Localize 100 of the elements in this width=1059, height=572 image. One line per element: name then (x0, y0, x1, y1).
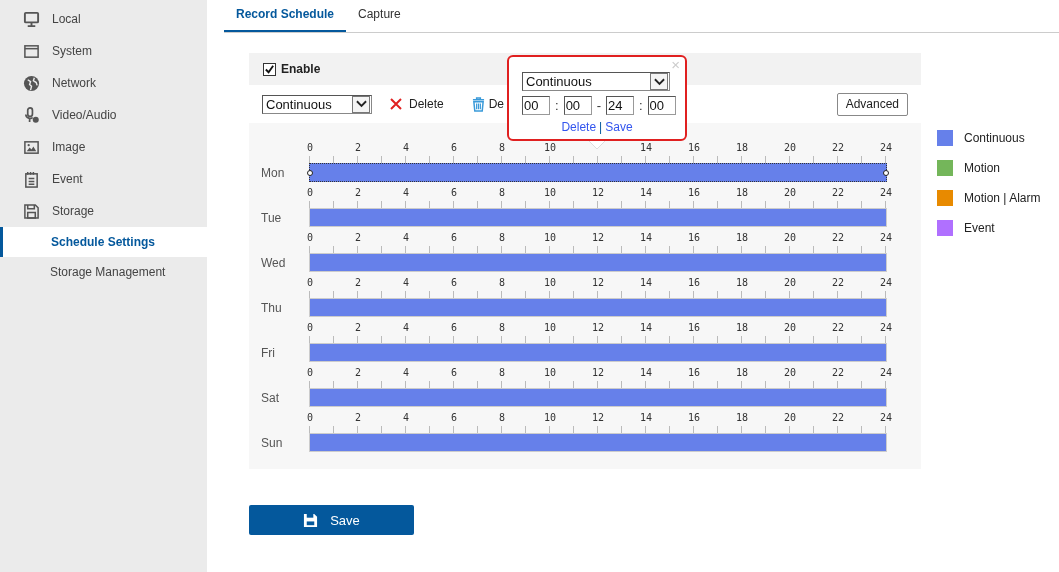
hour-label: 20 (784, 367, 796, 378)
sidebar-item[interactable]: Network (0, 67, 207, 99)
day-label: Sun (261, 436, 284, 452)
sidebar-item[interactable]: Video/Audio (0, 99, 207, 131)
hour-label: 6 (451, 232, 457, 243)
hour-label: 6 (451, 142, 457, 153)
hour-label: 24 (880, 187, 892, 198)
hour-label: 16 (688, 232, 700, 243)
hour-label: 24 (880, 322, 892, 333)
end-minute-field[interactable]: 00 (647, 96, 676, 115)
day-label: Wed (261, 256, 287, 272)
hour-label: 4 (403, 142, 409, 153)
sidebar-item[interactable]: Image (0, 131, 207, 163)
hour-label: 0 (307, 367, 313, 378)
hour-label: 18 (736, 232, 748, 243)
hour-label: 8 (499, 367, 505, 378)
delete-button[interactable]: Delete (386, 97, 448, 111)
day-label: Sat (261, 391, 280, 407)
hour-label: 0 (307, 412, 313, 423)
hour-label: 6 (451, 187, 457, 198)
start-hour-field[interactable]: 00 (522, 96, 550, 115)
hour-label: 2 (355, 142, 361, 153)
hour-label: 14 (640, 367, 652, 378)
hour-label: 0 (307, 232, 313, 243)
legend-label: Motion | Alarm (964, 191, 1041, 205)
hour-label: 12 (592, 187, 604, 198)
sidebar-item[interactable]: System (0, 35, 207, 67)
enable-label: Enable (281, 62, 321, 76)
resize-handle[interactable] (307, 170, 313, 176)
hour-label: 10 (544, 187, 556, 198)
record-type-select[interactable]: Continuous (522, 72, 670, 91)
resize-handle[interactable] (883, 170, 889, 176)
hour-label: 20 (784, 232, 796, 243)
hour-label: 22 (832, 232, 844, 243)
legend-label: Motion (964, 161, 1001, 175)
advanced-button[interactable]: Advanced (836, 92, 908, 116)
mic-icon (23, 106, 40, 124)
hour-label: 14 (640, 187, 652, 198)
hour-label: 6 (451, 322, 457, 333)
hour-label: 10 (544, 322, 556, 333)
hour-label: 18 (736, 277, 748, 288)
hour-label: 22 (832, 367, 844, 378)
hour-label: 16 (688, 322, 700, 333)
hour-label: 8 (499, 322, 505, 333)
start-minute-field[interactable]: 00 (563, 96, 592, 115)
close-icon (390, 98, 402, 110)
sidebar-item[interactable]: Storage Management (0, 257, 207, 287)
hour-label: 2 (355, 232, 361, 243)
hour-label: 4 (403, 232, 409, 243)
tab[interactable]: Record Schedule (224, 0, 347, 32)
legend-label: Continuous (964, 131, 1025, 145)
globe-icon (23, 74, 40, 92)
day-label: Mon (261, 166, 286, 182)
hour-label: 4 (403, 367, 409, 378)
hour-label: 4 (403, 187, 409, 198)
hour-label: 24 (880, 277, 892, 288)
delete-link[interactable]: Delete (561, 120, 597, 134)
hour-label: 10 (544, 367, 556, 378)
hour-label: 18 (736, 367, 748, 378)
delete-all-button[interactable]: De (467, 96, 509, 112)
hour-label: 22 (832, 277, 844, 288)
time-separator: : (554, 98, 560, 113)
hour-label: 0 (307, 277, 313, 288)
hour-label: 0 (307, 322, 313, 333)
window-icon (23, 42, 40, 60)
disk-icon (23, 202, 40, 220)
hour-label: 20 (784, 412, 796, 423)
hour-label: 14 (640, 322, 652, 333)
sidebar-item[interactable]: Storage (0, 195, 207, 227)
hour-label: 4 (403, 412, 409, 423)
time-separator: : (637, 98, 644, 113)
hour-label: 24 (880, 367, 892, 378)
hour-label: 2 (355, 277, 361, 288)
sidebar-item[interactable]: Schedule Settings (0, 227, 207, 257)
save-link[interactable]: Save (605, 120, 633, 134)
hour-label: 12 (592, 322, 604, 333)
hour-label: 22 (832, 187, 844, 198)
tab[interactable]: Capture (346, 0, 413, 32)
chevron-down-icon (355, 100, 367, 108)
record-type-select[interactable]: Continuous (262, 94, 372, 114)
hour-label: 6 (451, 367, 457, 378)
hour-label: 22 (832, 142, 844, 153)
hour-label: 12 (592, 277, 604, 288)
hour-label: 24 (880, 142, 892, 153)
hour-label: 16 (688, 277, 700, 288)
save-button[interactable]: Save (249, 505, 414, 535)
hour-label: 8 (499, 277, 505, 288)
hour-label: 2 (355, 412, 361, 423)
hour-label: 22 (832, 322, 844, 333)
end-hour-field[interactable]: 24 (605, 96, 634, 115)
hour-label: 20 (784, 187, 796, 198)
link-divider: | (599, 120, 603, 134)
hour-label: 24 (880, 232, 892, 243)
monitor-icon (23, 10, 40, 28)
sidebar-item[interactable]: Event (0, 163, 207, 195)
hour-label: 8 (499, 412, 505, 423)
hour-label: 10 (544, 232, 556, 243)
enable-checkbox[interactable] (263, 62, 276, 76)
sidebar-item[interactable]: Local (0, 3, 207, 35)
schedule-bar[interactable] (309, 163, 887, 182)
